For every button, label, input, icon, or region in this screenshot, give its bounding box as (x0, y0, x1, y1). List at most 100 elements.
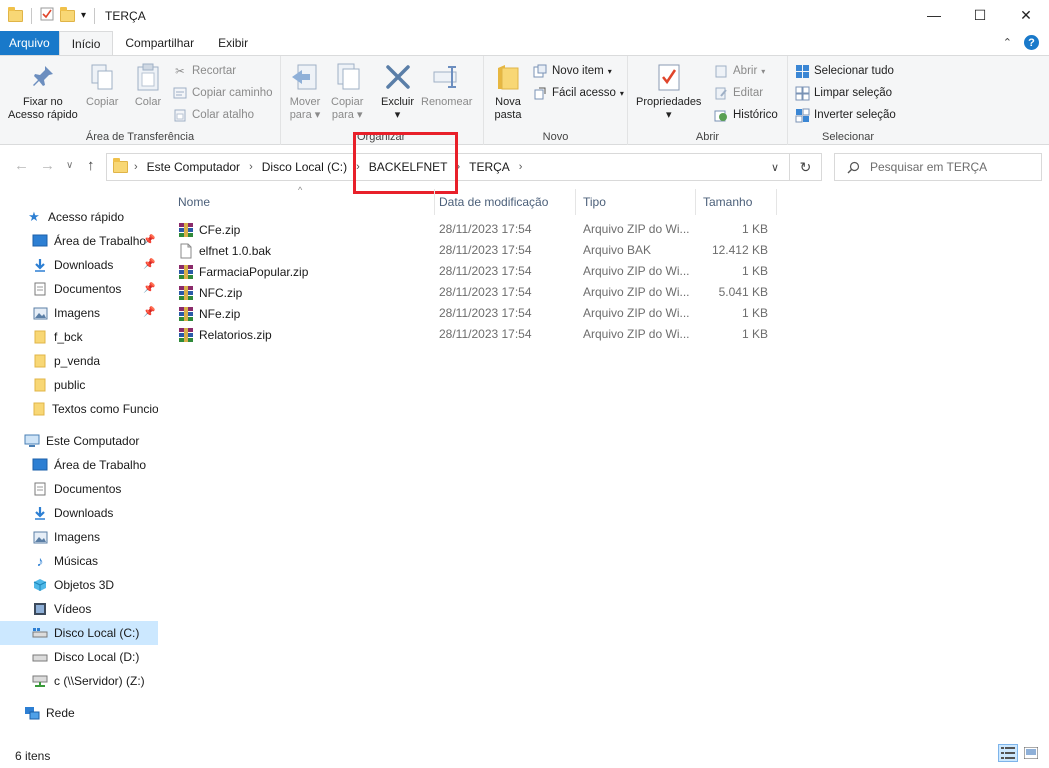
delete-button[interactable]: Excluir ▾ (381, 60, 414, 122)
chevron-right-icon[interactable]: › (450, 161, 466, 173)
file-size: 1 KB (741, 222, 768, 236)
column-header-date[interactable]: Data de modificação (439, 189, 579, 215)
maximize-button[interactable]: ☐ (957, 0, 1003, 30)
file-name-cell: NFe.zip (178, 306, 240, 322)
details-view-button[interactable] (998, 744, 1018, 762)
column-divider[interactable] (695, 189, 696, 215)
sidebar-item-textos[interactable]: Textos como Funcionam (0, 397, 158, 421)
copy-button[interactable]: Copiar (86, 60, 118, 109)
new-folder-icon[interactable] (60, 6, 75, 22)
select-none-button[interactable]: Limpar seleção (794, 83, 892, 103)
file-row[interactable]: elfnet 1.0.bak 28/11/2023 17:54 Arquivo … (178, 240, 778, 261)
help-icon[interactable]: ? (1024, 35, 1039, 50)
customize-toolbar-icon[interactable]: ▾ (81, 10, 86, 21)
file-row[interactable]: CFe.zip 28/11/2023 17:54 Arquivo ZIP do … (178, 219, 778, 240)
search-box[interactable] (834, 153, 1042, 181)
scissors-icon: ✂ (175, 66, 185, 78)
sidebar-item-this-pc[interactable]: Este Computador (0, 429, 158, 453)
sidebar-item-p-venda[interactable]: p_venda (0, 349, 158, 373)
column-header-type[interactable]: Tipo (583, 189, 693, 215)
sidebar-item-pc-music[interactable]: ♪ Músicas (0, 549, 158, 573)
column-divider[interactable] (434, 189, 435, 215)
close-button[interactable]: ✕ (1003, 0, 1049, 30)
sidebar-item-disk-c[interactable]: Disco Local (C:) (0, 621, 158, 645)
file-row[interactable]: NFC.zip 28/11/2023 17:54 Arquivo ZIP do … (178, 282, 778, 303)
sidebar-item-quick-downloads[interactable]: Downloads (0, 253, 158, 277)
sidebar-item-pc-3d-objects[interactable]: Objetos 3D (0, 573, 158, 597)
minimize-button[interactable]: — (911, 0, 957, 30)
sidebar-item-pc-documents[interactable]: Documentos (0, 477, 158, 501)
chevron-right-icon[interactable]: › (128, 161, 144, 173)
properties-button[interactable]: Propriedades ▾ (636, 60, 701, 122)
edit-button[interactable]: Editar (713, 83, 763, 103)
up-arrow-icon[interactable]: ↑ (87, 157, 95, 174)
open-button[interactable]: Abrir ▾ (713, 61, 765, 81)
new-item-button[interactable]: Novo item ▾ (532, 61, 612, 81)
search-input[interactable] (870, 160, 1030, 174)
select-all-button[interactable]: Selecionar tudo (794, 61, 894, 81)
back-arrow-icon[interactable]: ← (14, 157, 29, 174)
video-icon (32, 601, 48, 617)
chevron-right-icon[interactable]: › (350, 161, 366, 173)
properties-check-icon[interactable] (40, 7, 54, 24)
sidebar-item-quick-desktop[interactable]: Área de Trabalho (0, 229, 158, 253)
breadcrumb-local-disk-c[interactable]: Disco Local (C:) (259, 160, 350, 174)
address-dropdown-icon[interactable]: ∨ (771, 161, 779, 174)
sidebar-item-network[interactable]: Rede (0, 701, 158, 725)
easy-access-button[interactable]: Fácil acesso ▾ (532, 83, 624, 103)
chevron-right-icon[interactable]: › (243, 161, 259, 173)
tab-file[interactable]: Arquivo (0, 31, 59, 55)
file-row[interactable]: NFe.zip 28/11/2023 17:54 Arquivo ZIP do … (178, 303, 778, 324)
column-header-name[interactable]: Nome (178, 189, 433, 215)
address-bar[interactable]: › Este Computador › Disco Local (C:) › B… (106, 153, 790, 181)
sidebar-item-pc-videos[interactable]: Vídeos (0, 597, 158, 621)
file-date: 28/11/2023 17:54 (439, 222, 532, 236)
forward-arrow-icon[interactable]: → (40, 157, 55, 174)
desktop-icon (32, 457, 48, 473)
sidebar-item-public[interactable]: public (0, 373, 158, 397)
invert-selection-button[interactable]: Inverter seleção (794, 105, 896, 125)
paste-shortcut-button[interactable]: Colar atalho (172, 105, 254, 125)
copy-to-button[interactable]: Copiar para ▾ (331, 60, 363, 122)
chevron-up-icon[interactable]: ⌃ (1003, 36, 1012, 49)
file-row[interactable]: Relatorios.zip 28/11/2023 17:54 Arquivo … (178, 324, 778, 345)
select-all-label: Selecionar tudo (814, 65, 894, 77)
tab-view[interactable]: Exibir (206, 31, 260, 55)
refresh-button[interactable]: ↻ (790, 153, 822, 181)
download-arrow-icon (32, 257, 48, 273)
column-header-size[interactable]: Tamanho (703, 189, 773, 215)
cut-button[interactable]: ✂ Recortar (172, 61, 236, 81)
sidebar-item-quick-documents[interactable]: Documentos (0, 277, 158, 301)
pin-quick-access-button[interactable]: Fixar no Acesso rápido (8, 60, 78, 122)
breadcrumb-backelfnet[interactable]: BACKELFNET (366, 160, 451, 174)
new-folder-button[interactable]: Nova pasta (492, 60, 524, 122)
rename-button[interactable]: Renomear (421, 60, 472, 109)
breadcrumb-terca[interactable]: TERÇA (466, 160, 513, 174)
column-divider[interactable] (776, 189, 777, 215)
sidebar-item-quick-pictures[interactable]: Imagens (0, 301, 158, 325)
copy-path-button[interactable]: Copiar caminho (172, 83, 273, 103)
move-to-button[interactable]: Mover para ▾ (289, 60, 321, 122)
large-icons-view-button[interactable] (1021, 744, 1041, 762)
sidebar-item-disk-d[interactable]: Disco Local (D:) (0, 645, 158, 669)
sidebar-item-network-drive-z[interactable]: c (\\Servidor) (Z:) (0, 669, 158, 693)
file-row[interactable]: FarmaciaPopular.zip 28/11/2023 17:54 Arq… (178, 261, 778, 282)
sidebar-item-f-bck[interactable]: f_bck (0, 325, 158, 349)
column-divider[interactable] (575, 189, 576, 215)
sidebar-item-label: Acesso rápido (48, 210, 125, 224)
new-folder-icon (492, 60, 524, 94)
sidebar-item-pc-desktop[interactable]: Área de Trabalho (0, 453, 158, 477)
sidebar-item-label: Imagens (54, 530, 101, 544)
select-group: Selecionar tudo Limpar seleção Inverter … (788, 56, 908, 145)
sidebar-item-quick-access[interactable]: ★ Acesso rápido (0, 205, 158, 229)
navigation-bar: ← → ∨ ↑ › Este Computador › Disco Local … (0, 151, 1049, 183)
breadcrumb-this-pc[interactable]: Este Computador (144, 160, 243, 174)
recent-locations-chevron-icon[interactable]: ∨ (66, 160, 73, 171)
tab-share[interactable]: Compartilhar (113, 31, 206, 55)
sidebar-item-pc-downloads[interactable]: Downloads (0, 501, 158, 525)
history-button[interactable]: Histórico (713, 105, 778, 125)
paste-button[interactable]: Colar (132, 60, 164, 109)
chevron-right-icon[interactable]: › (513, 161, 529, 173)
sidebar-item-pc-pictures[interactable]: Imagens (0, 525, 158, 549)
tab-home[interactable]: Início (58, 31, 114, 56)
